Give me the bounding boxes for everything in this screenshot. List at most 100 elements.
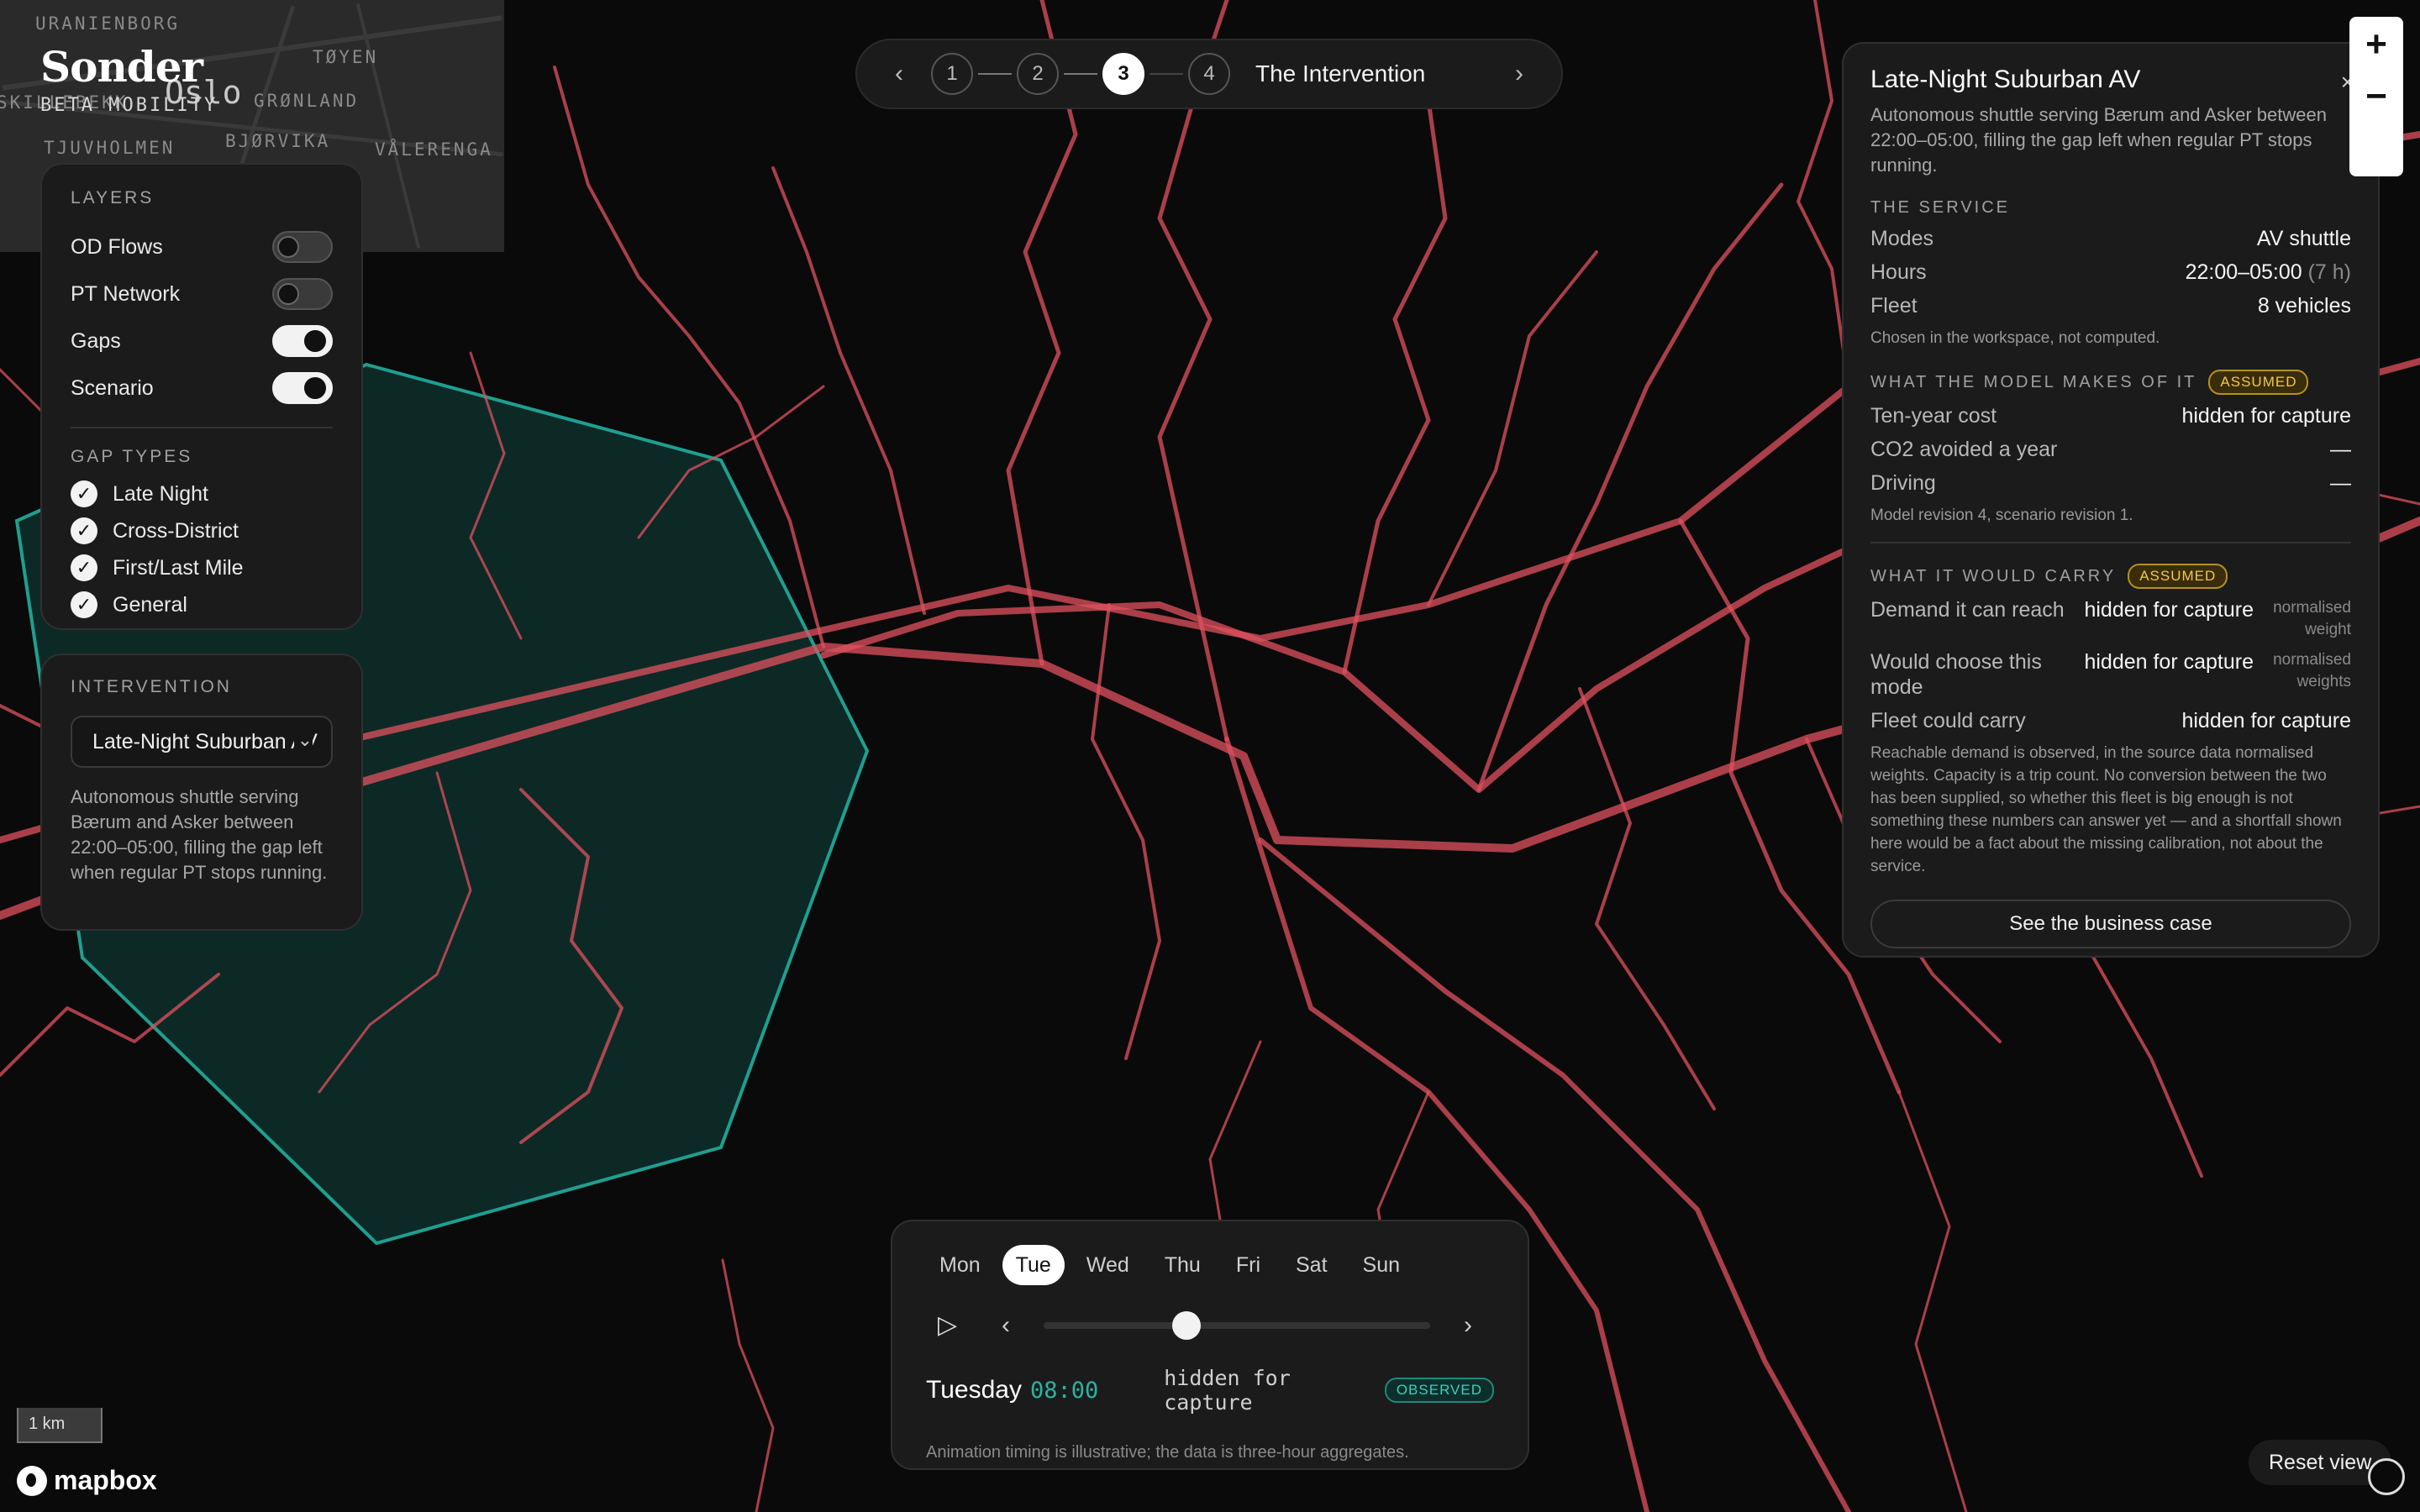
- assumed-badge: ASSUMED: [2208, 370, 2309, 395]
- gap-type-label: Cross-District: [113, 518, 239, 543]
- carry-section-title: WHAT IT WOULD CARRY ASSUMED: [1870, 564, 2351, 589]
- intervention-description: Autonomous shuttle serving Bærum and Ask…: [71, 786, 328, 883]
- check-icon[interactable]: ✓: [71, 517, 97, 544]
- intervention-detail-panel: Late-Night Suburban AV × Autonomous shut…: [1842, 42, 2380, 958]
- chevron-left-icon[interactable]: ‹: [1002, 1311, 1010, 1340]
- current-time: 08:00: [1029, 1377, 1099, 1404]
- layer-pt-network[interactable]: PT Network: [71, 270, 333, 318]
- layer-gaps[interactable]: Gaps: [71, 318, 333, 365]
- current-value: hidden for capture: [1164, 1366, 1291, 1415]
- intervention-panel: INTERVENTION Late-Night Suburban AV ⌄ Au…: [40, 654, 363, 931]
- model-section-title: WHAT THE MODEL MAKES OF IT ASSUMED: [1870, 370, 2351, 395]
- service-fleet-row: Fleet 8 vehicles: [1870, 294, 2351, 318]
- layer-label: Scenario: [71, 375, 154, 400]
- intervention-title: INTERVENTION: [71, 677, 232, 696]
- gap-type-label: First/Last Mile: [113, 555, 244, 580]
- observed-badge: OBSERVED: [1384, 1378, 1494, 1403]
- step-2[interactable]: 2: [1017, 53, 1059, 95]
- playback-controls: ▷ ‹ ›: [926, 1310, 1494, 1341]
- gap-type-first-last-mile[interactable]: ✓ First/Last Mile: [71, 549, 333, 586]
- chevron-right-icon[interactable]: ›: [1464, 1311, 1472, 1340]
- toggle-scenario[interactable]: [272, 372, 333, 404]
- step-connector: [1150, 73, 1183, 75]
- model-note: Model revision 4, scenario revision 1.: [1870, 507, 2133, 524]
- model-co2-row: CO2 avoided a year —: [1870, 438, 2351, 461]
- step-connector: [1064, 73, 1097, 75]
- divider: [71, 427, 333, 428]
- day-selector: Mon Tue Wed Thu Fri Sat Sun: [926, 1245, 1494, 1285]
- district-label: VÅLERENGA: [375, 139, 493, 160]
- timeline-note: Animation timing is illustrative; the da…: [926, 1443, 1409, 1462]
- toggle-pt-network[interactable]: [272, 278, 333, 310]
- layer-od-flows[interactable]: OD Flows: [71, 223, 333, 270]
- district-label: TJUVHOLMEN: [44, 138, 176, 158]
- step-title: The Intervention: [1255, 60, 1426, 87]
- brand-logo[interactable]: Sonder: [40, 42, 203, 92]
- business-case-button[interactable]: See the business case: [1870, 900, 2351, 948]
- day-fri[interactable]: Fri: [1223, 1245, 1274, 1285]
- layer-scenario[interactable]: Scenario: [71, 365, 333, 412]
- carry-demand-row: Demand it can reach hidden for capture no…: [1870, 598, 2351, 638]
- assumed-badge: ASSUMED: [2128, 564, 2228, 589]
- gap-type-late-night[interactable]: ✓ Late Night: [71, 475, 333, 512]
- divider: [1870, 542, 2351, 543]
- layers-title: LAYERS: [71, 188, 155, 207]
- zoom-in-button[interactable]: +: [2349, 24, 2403, 66]
- check-icon[interactable]: ✓: [71, 480, 97, 507]
- day-mon[interactable]: Mon: [926, 1245, 994, 1285]
- layer-label: PT Network: [71, 281, 181, 306]
- step-3[interactable]: 3: [1102, 53, 1144, 95]
- layer-label: Gaps: [71, 328, 121, 353]
- day-wed[interactable]: Wed: [1073, 1245, 1143, 1285]
- gap-type-cross-district[interactable]: ✓ Cross-District: [71, 512, 333, 549]
- day-thu[interactable]: Thu: [1151, 1245, 1214, 1285]
- current-day: Tuesday: [926, 1376, 1022, 1404]
- intervention-select[interactable]: Late-Night Suburban AV ⌄: [71, 716, 333, 768]
- district-label: BJØRVIKA: [225, 131, 331, 151]
- zoom-out-button[interactable]: −: [2349, 76, 2403, 118]
- carry-fleet-row: Fleet could carry hidden for capture: [1870, 709, 2351, 732]
- day-sat[interactable]: Sat: [1282, 1245, 1341, 1285]
- toggle-od-flows[interactable]: [272, 231, 333, 263]
- layers-panel: LAYERS OD Flows PT Network Gaps Scenario…: [40, 163, 363, 630]
- time-slider[interactable]: [1044, 1311, 1430, 1340]
- day-tue[interactable]: Tue: [1002, 1245, 1065, 1285]
- brand-tag: BETA MOBILITY: [40, 95, 218, 116]
- toggle-gaps[interactable]: [272, 325, 333, 357]
- model-cost-row: Ten-year cost hidden for capture: [1870, 404, 2351, 428]
- gap-type-general[interactable]: ✓ General: [71, 586, 333, 623]
- gap-type-label: Late Night: [113, 481, 208, 506]
- step-4[interactable]: 4: [1188, 53, 1230, 95]
- district-label: TØYEN: [313, 47, 379, 67]
- district-label: URANIENBORG: [35, 13, 181, 34]
- intervention-selected: Late-Night Suburban AV: [92, 729, 318, 753]
- step-1[interactable]: 1: [931, 53, 973, 95]
- district-label: GRØNLAND: [254, 91, 360, 111]
- check-icon[interactable]: ✓: [71, 554, 97, 581]
- service-modes-row: Modes AV shuttle: [1870, 227, 2351, 250]
- check-icon[interactable]: ✓: [71, 591, 97, 618]
- service-hours-row: Hours 22:00–05:00 (7 h): [1870, 260, 2351, 284]
- gap-types-title: GAP TYPES: [71, 447, 193, 466]
- detail-description: Autonomous shuttle serving Bærum and Ask…: [1870, 104, 2327, 176]
- mapbox-logo-icon: [17, 1465, 47, 1496]
- chevron-down-icon: ⌄: [293, 729, 313, 751]
- mapbox-attribution[interactable]: mapbox: [17, 1465, 157, 1496]
- detail-title: Late-Night Suburban AV: [1870, 66, 2141, 93]
- chevron-left-icon[interactable]: ‹: [882, 60, 916, 88]
- service-note: Chosen in the workspace, not computed.: [1870, 329, 2160, 347]
- day-sun[interactable]: Sun: [1349, 1245, 1413, 1285]
- gap-type-label: General: [113, 592, 187, 617]
- story-stepper: ‹ 1 2 3 4 The Intervention ›: [855, 39, 1563, 109]
- timeline-panel: Mon Tue Wed Thu Fri Sat Sun ▷ ‹ › Tuesda…: [891, 1220, 1529, 1470]
- info-icon[interactable]: [2368, 1458, 2405, 1495]
- layer-label: OD Flows: [71, 234, 163, 259]
- chevron-right-icon[interactable]: ›: [1502, 60, 1536, 88]
- zoom-control: + −: [2349, 17, 2403, 176]
- scale-bar: 1 km: [17, 1408, 103, 1443]
- service-section-title: THE SERVICE: [1870, 198, 2010, 217]
- step-connector: [978, 73, 1012, 75]
- play-icon[interactable]: ▷: [938, 1310, 968, 1341]
- slider-thumb[interactable]: [1172, 1311, 1202, 1340]
- carry-note: Reachable demand is observed, in the sou…: [1870, 744, 2342, 875]
